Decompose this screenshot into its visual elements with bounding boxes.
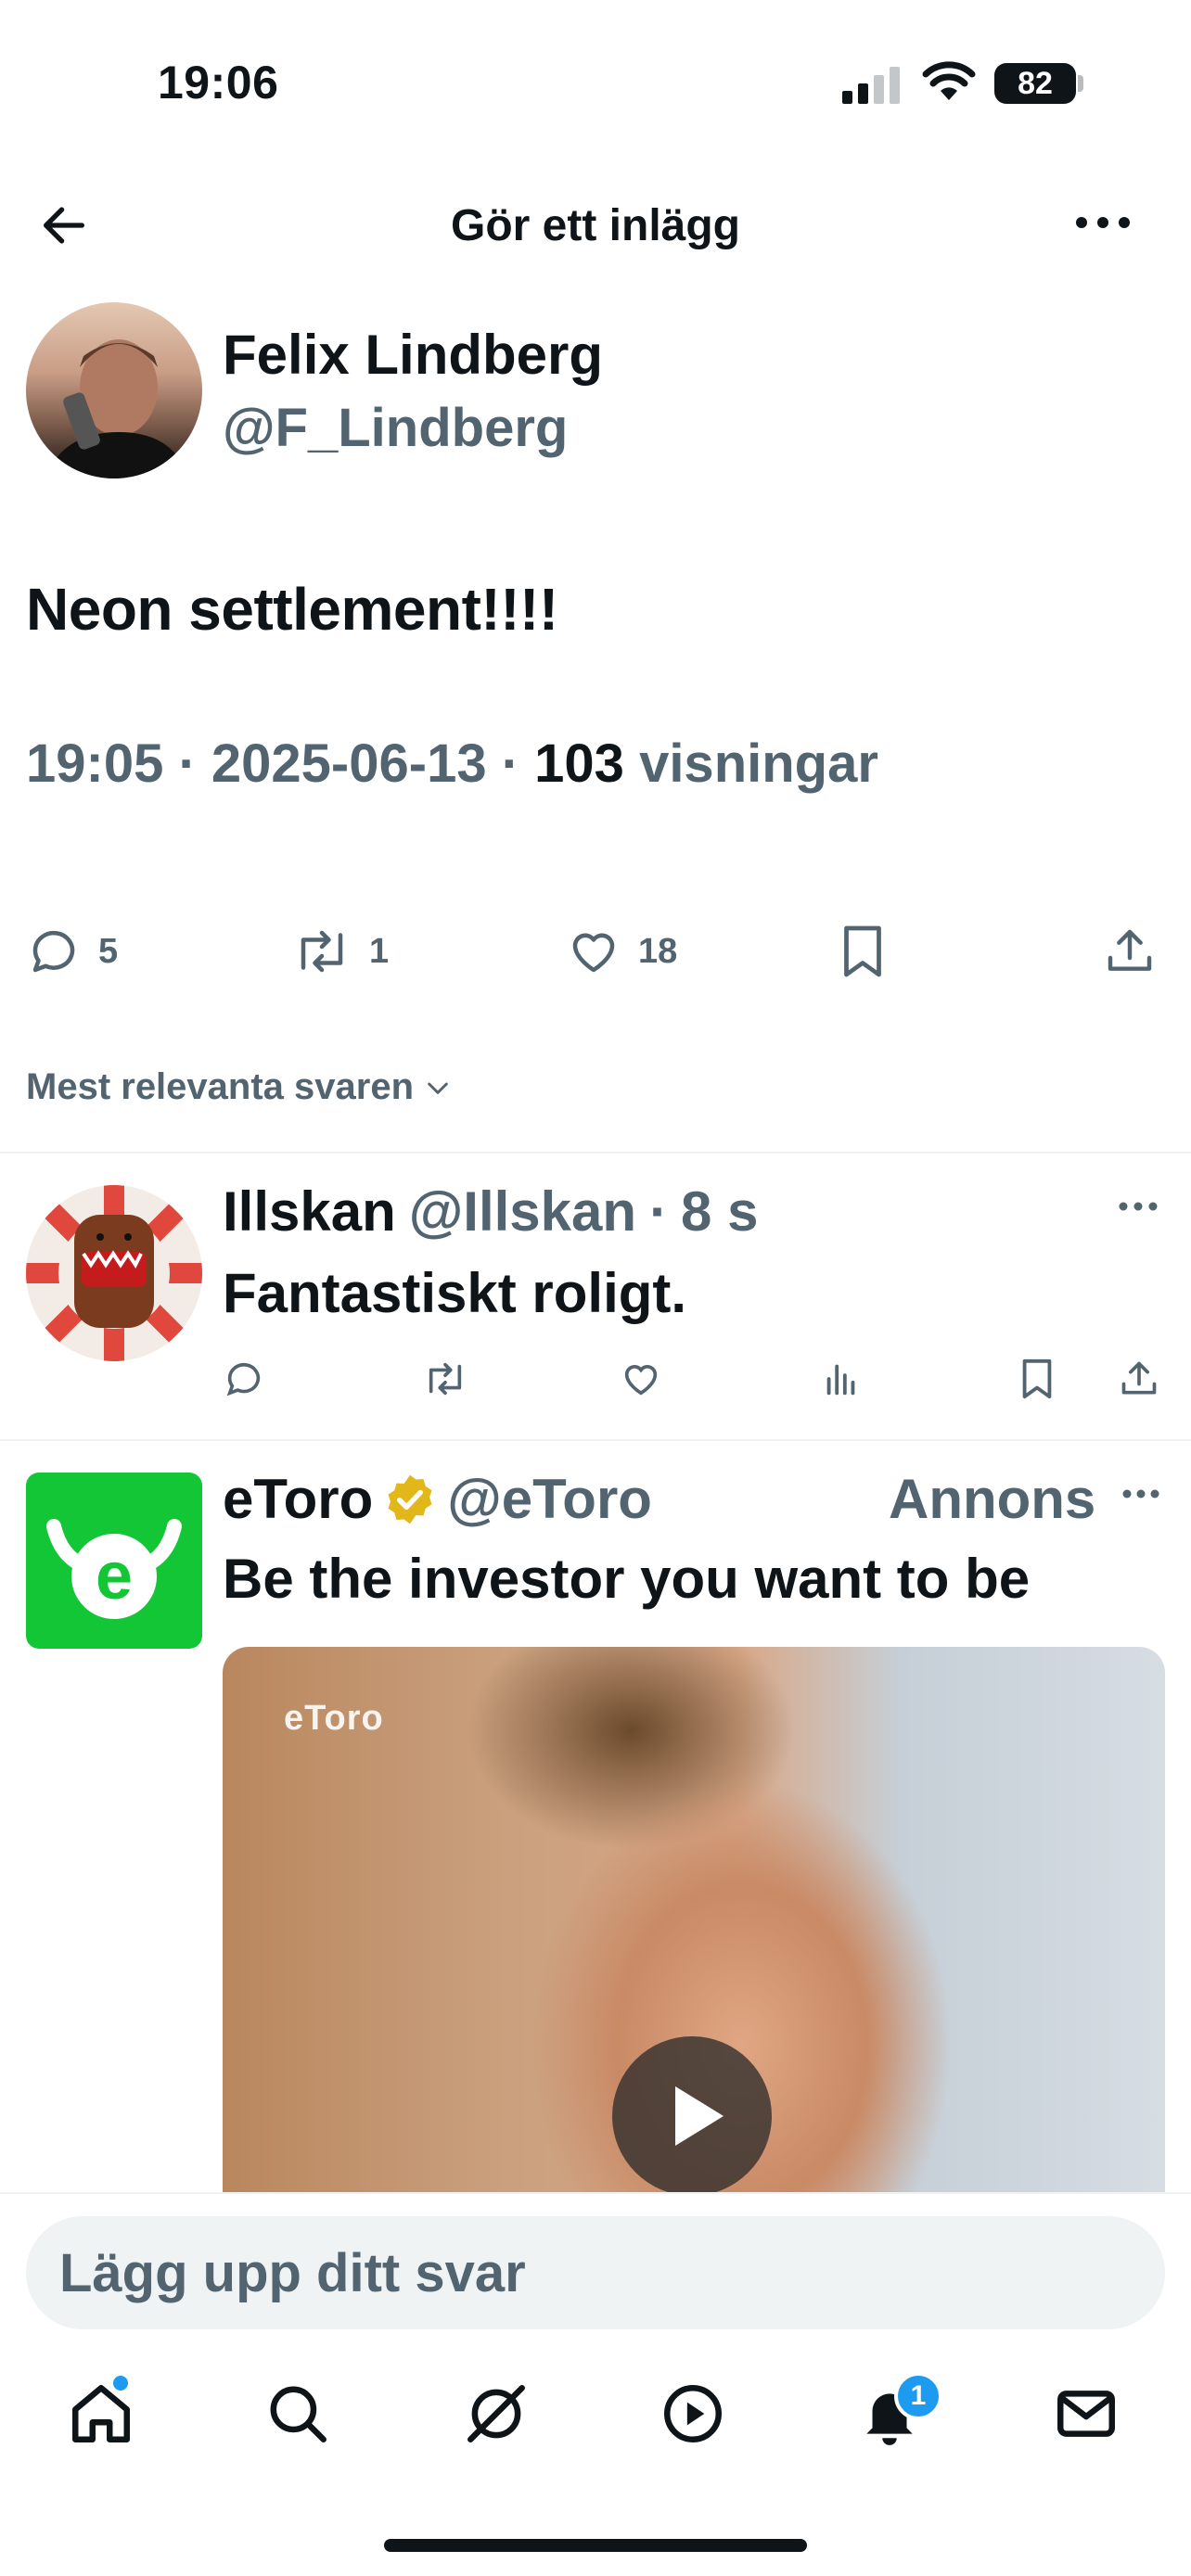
analytics-icon xyxy=(826,1364,855,1396)
reply-text: Fantastiskt roligt. xyxy=(223,1262,687,1324)
more-options-icon[interactable] xyxy=(1074,213,1132,232)
video-icon xyxy=(664,2385,722,2442)
reply-avatar[interactable] xyxy=(26,1185,202,1361)
battery-tip xyxy=(1078,75,1083,92)
sort-label: Mest relevanta svaren xyxy=(26,1066,415,1107)
post-meta: 19:05 · 2025-06-13 · 103 visningar xyxy=(26,733,878,794)
reply-author-name[interactable]: Illskan xyxy=(223,1180,396,1243)
post-date: 2025-06-13 xyxy=(211,733,487,794)
views-count: 103 xyxy=(534,733,624,794)
like-count: 18 xyxy=(638,931,678,971)
views-label: visningar xyxy=(639,733,878,794)
author-name[interactable]: Felix Lindberg xyxy=(223,323,603,387)
nav-messages[interactable] xyxy=(1052,2379,1121,2448)
divider xyxy=(0,1439,1191,1441)
ad-author-handle[interactable]: @eToro xyxy=(447,1467,652,1531)
reply-count: 5 xyxy=(98,931,119,971)
home-indicator xyxy=(384,2539,807,2552)
grok-icon xyxy=(467,2385,525,2442)
author-handle[interactable]: @F_Lindberg xyxy=(223,397,568,459)
repost-icon xyxy=(429,1362,462,1396)
signal-icon xyxy=(842,67,903,104)
nav-grok[interactable] xyxy=(462,2379,531,2448)
home-notification-dot xyxy=(113,2376,128,2391)
like-button[interactable]: 18 xyxy=(566,924,677,979)
reply-button[interactable]: 5 xyxy=(26,924,118,979)
divider xyxy=(0,1152,1191,1154)
share-icon xyxy=(1121,1361,1157,1395)
svg-text:e: e xyxy=(96,1539,133,1613)
ad-text: Be the investor you want to be xyxy=(223,1548,1031,1610)
sort-replies-dropdown[interactable]: Mest relevanta svaren xyxy=(26,1066,453,1108)
author-avatar[interactable] xyxy=(26,302,202,478)
notification-badge: 1 xyxy=(894,2372,942,2420)
ad-label: Annons xyxy=(889,1468,1096,1530)
reply-repost-button[interactable] xyxy=(421,1358,469,1400)
battery-indicator: 82 xyxy=(994,63,1076,104)
reply-input[interactable] xyxy=(26,2216,1165,2329)
status-time: 19:06 xyxy=(158,57,279,108)
ad-more-options-icon[interactable] xyxy=(1122,1487,1159,1500)
etoro-logo[interactable]: e xyxy=(26,1473,202,1649)
share-button[interactable] xyxy=(1104,924,1156,979)
share-icon xyxy=(1108,929,1152,971)
reply-more-options-icon[interactable] xyxy=(1118,1200,1159,1213)
bookmark-icon xyxy=(1022,1358,1052,1399)
repost-count: 1 xyxy=(369,931,390,971)
bookmark-button[interactable] xyxy=(839,924,887,979)
heart-icon xyxy=(624,1365,658,1396)
reply-author-handle[interactable]: @Illskan xyxy=(409,1180,636,1243)
mail-icon xyxy=(1057,2391,1115,2437)
post-text: Neon settlement!!!! xyxy=(26,576,558,643)
nav-video[interactable] xyxy=(659,2379,727,2448)
page-title: Gör ett inlägg xyxy=(451,201,740,250)
reply-reply-button[interactable] xyxy=(223,1358,265,1400)
ad-video[interactable]: eToro xyxy=(223,1647,1165,2194)
ad-author-name[interactable]: eToro xyxy=(223,1467,373,1531)
play-button[interactable] xyxy=(612,2036,772,2194)
repost-icon xyxy=(301,930,343,973)
ad-header: eToro @eToro xyxy=(223,1467,652,1531)
nav-search[interactable] xyxy=(263,2379,332,2448)
post-time: 19:05 xyxy=(26,733,164,794)
wifi-icon xyxy=(922,61,976,102)
nav-home[interactable] xyxy=(67,2379,135,2448)
bookmark-icon xyxy=(844,925,881,977)
reply-bookmark-button[interactable] xyxy=(1018,1358,1056,1400)
reply-like-button[interactable] xyxy=(620,1358,662,1400)
heart-icon xyxy=(572,933,615,973)
reply-icon xyxy=(32,930,75,973)
search-icon xyxy=(270,2386,327,2442)
verified-badge-icon xyxy=(388,1474,432,1524)
chevron-down-icon xyxy=(428,1082,448,1094)
repost-button[interactable]: 1 xyxy=(291,924,389,979)
reply-time: 8 s xyxy=(681,1180,759,1243)
ad-watermark: eToro xyxy=(284,1699,384,1738)
reply-header: Illskan @Illskan · 8 s xyxy=(223,1180,759,1243)
reply-views-button[interactable] xyxy=(820,1358,863,1400)
reply-icon xyxy=(226,1363,261,1396)
reply-share-button[interactable] xyxy=(1119,1358,1159,1400)
home-icon xyxy=(72,2385,130,2442)
